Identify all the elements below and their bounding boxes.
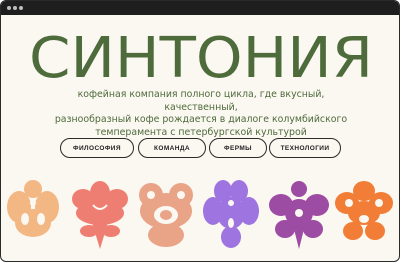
nav-farms-button[interactable]: ФЕРМЫ <box>209 138 267 158</box>
window-dot-icon[interactable] <box>13 6 17 10</box>
window-titlebar <box>1 1 399 15</box>
tagline-line: кофейная компания полного цикла, где вку… <box>77 89 325 113</box>
flower-peach-icon <box>139 183 193 247</box>
flower-lavender-icon <box>203 180 259 248</box>
brand-wordmark: СИНТОНИЯ <box>29 29 373 87</box>
flower-coral-icon <box>72 181 128 249</box>
flower-orange-icon <box>335 181 393 240</box>
nav-philosophy-button[interactable]: ФИЛОСОФИЯ <box>60 138 134 158</box>
brand-logo[interactable]: СИНТОНИЯ <box>21 26 381 91</box>
flower-yellow-icon <box>7 180 59 237</box>
tagline-line: разнообразный кофе рождается в диалоге к… <box>54 114 348 125</box>
nav-technologies-button[interactable]: ТЕХНОЛОГИИ <box>269 138 341 158</box>
window-dot-icon[interactable] <box>19 6 23 10</box>
window-dot-icon[interactable] <box>7 6 11 10</box>
tagline: кофейная компания полного цикла, где вку… <box>41 89 361 139</box>
flower-purple-icon <box>269 181 329 249</box>
flower-illustrations <box>1 179 399 249</box>
main-nav: ФИЛОСОФИЯ КОМАНДА ФЕРМЫ ТЕХНОЛОГИИ <box>1 138 399 160</box>
browser-window: СИНТОНИЯ кофейная компания полного цикла… <box>0 0 400 262</box>
nav-team-button[interactable]: КОМАНДА <box>138 138 206 158</box>
